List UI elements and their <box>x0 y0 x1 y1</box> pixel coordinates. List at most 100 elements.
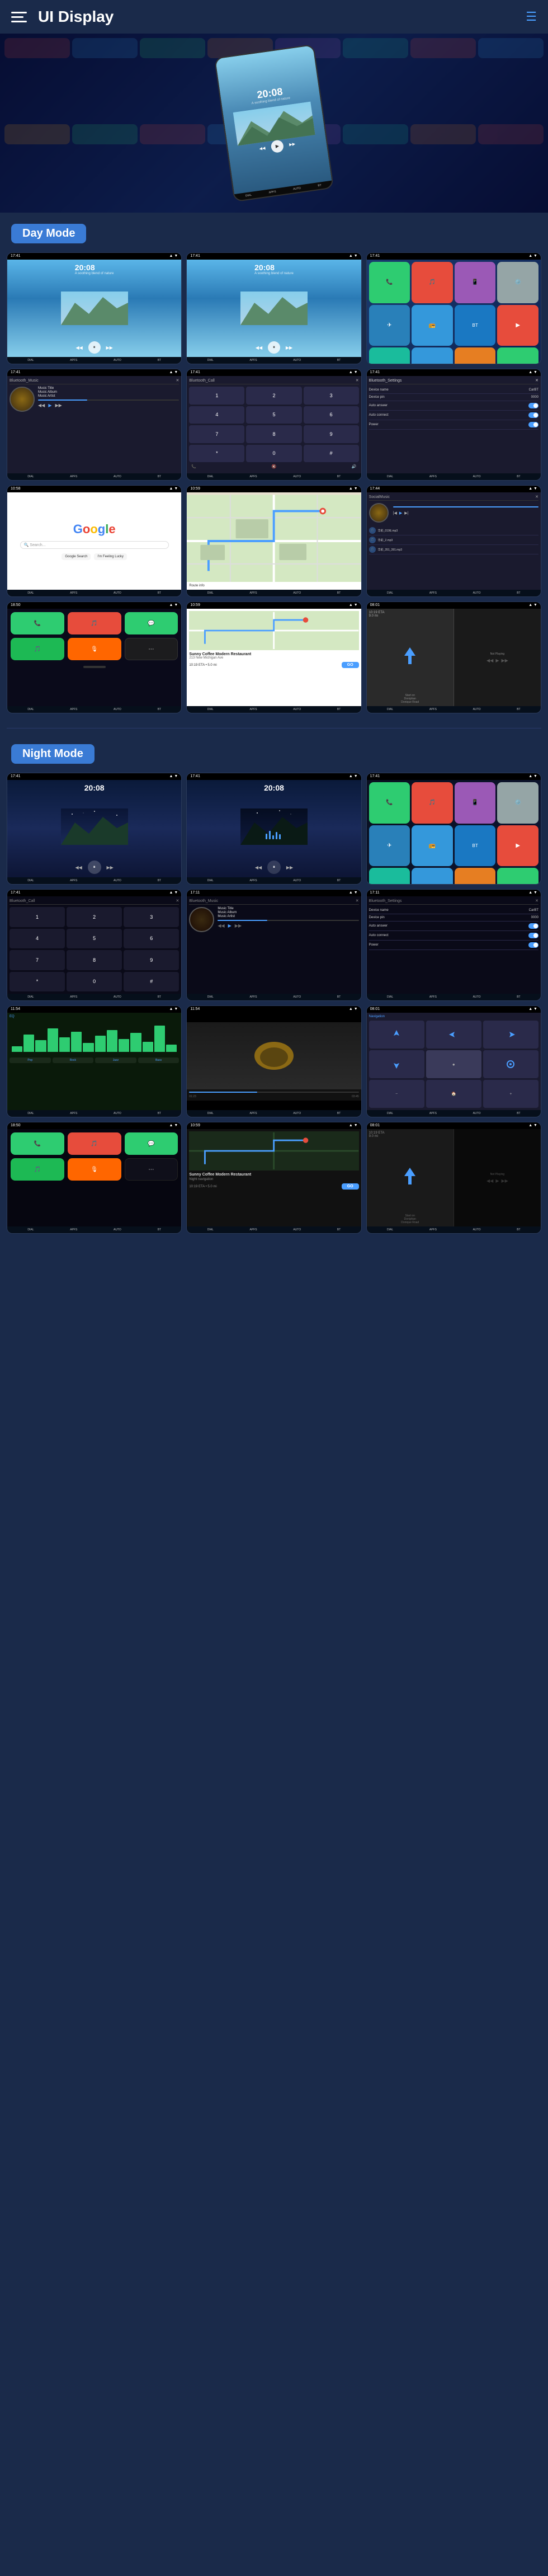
night-app-8[interactable]: 🎙 <box>497 868 538 885</box>
night-app-radio[interactable]: 📻 <box>412 825 453 867</box>
night-app-1[interactable]: 📱 <box>455 782 496 824</box>
night-np-play[interactable]: ▶ <box>495 1178 499 1183</box>
app-icon-bt[interactable]: BT <box>455 305 496 346</box>
play-btn[interactable]: ▶ <box>270 139 284 153</box>
call-icon-2[interactable]: 🔇 <box>272 464 277 469</box>
night-bt-next[interactable]: ▶▶ <box>235 923 242 928</box>
coffee-go-btn[interactable]: GO <box>342 662 359 668</box>
night-np-next[interactable]: ▶▶ <box>501 1178 508 1183</box>
night-app-6[interactable]: 📡 <box>412 868 453 885</box>
key-5[interactable]: 5 <box>246 406 301 424</box>
nav-btn-6[interactable] <box>483 1050 538 1078</box>
key-8[interactable]: 8 <box>246 425 301 443</box>
night-key-8[interactable]: 8 <box>67 950 122 970</box>
app-icon-6[interactable]: 📡 <box>412 347 453 364</box>
key-2[interactable]: 2 <box>246 387 301 405</box>
night-key-5[interactable]: 5 <box>67 929 122 949</box>
key-0[interactable]: 0 <box>246 445 301 463</box>
key-9[interactable]: 9 <box>304 425 359 443</box>
cp-podcast[interactable]: 🎙 <box>68 638 121 660</box>
key-star[interactable]: * <box>189 445 244 463</box>
app-icon-telegram[interactable]: ✈ <box>369 305 410 346</box>
menu-icon[interactable] <box>11 7 31 27</box>
nav-btn-9[interactable]: + <box>483 1080 538 1108</box>
night-app-settings[interactable]: ⚙️ <box>497 782 538 824</box>
night-pause-1[interactable]: ⏸ <box>88 861 101 874</box>
night-cp-messages[interactable]: 💬 <box>125 1132 178 1155</box>
key-3[interactable]: 3 <box>304 387 359 405</box>
track-3[interactable]: 🎵 华彩_351_391.mp3 <box>369 545 538 554</box>
night-key-6[interactable]: 6 <box>124 929 179 949</box>
night-key-0[interactable]: 0 <box>67 972 122 992</box>
night-key-3[interactable]: 3 <box>124 907 179 927</box>
night-settings-close[interactable]: ✕ <box>535 899 538 903</box>
night-cp-music[interactable]: 🎵 <box>68 1132 121 1155</box>
night-key-7[interactable]: 7 <box>10 950 65 970</box>
eq-btn-4[interactable]: Bass <box>138 1057 179 1063</box>
eq-btn-2[interactable]: Rock <box>53 1057 94 1063</box>
prev-1[interactable]: ◀◀ <box>75 343 84 352</box>
app-icon-phone[interactable]: 📞 <box>369 262 410 303</box>
app-icon-8[interactable]: 🎙 <box>497 347 538 364</box>
key-hash[interactable]: # <box>304 445 359 463</box>
night-next-2[interactable]: ▶▶ <box>285 863 294 872</box>
night-app-5[interactable]: 🗺 <box>369 868 410 885</box>
cp-messages[interactable]: 💬 <box>125 612 178 634</box>
key-6[interactable]: 6 <box>304 406 359 424</box>
bt-settings-close[interactable]: ✕ <box>535 378 538 383</box>
night-bt-play[interactable]: ▶ <box>228 923 232 928</box>
night-app-bt[interactable]: BT <box>455 825 496 867</box>
key-7[interactable]: 7 <box>189 425 244 443</box>
night-bt-close[interactable]: ✕ <box>356 899 359 903</box>
google-lucky-btn[interactable]: I'm Feeling Lucky <box>94 553 127 560</box>
nav-btn-3[interactable] <box>483 1021 538 1049</box>
night-auto-answer-toggle[interactable] <box>528 923 538 929</box>
night-bt-prev[interactable]: ◀◀ <box>218 923 224 928</box>
night-app-phone[interactable]: 📞 <box>369 782 410 824</box>
nav-btn-4[interactable] <box>369 1050 424 1078</box>
np-next[interactable]: ▶▶ <box>501 658 508 663</box>
night-app-7[interactable]: 📂 <box>455 868 496 885</box>
track-1[interactable]: 🎵 华彩_019E.mp3 <box>369 526 538 535</box>
cp-music[interactable]: 🎵 <box>68 612 121 634</box>
prev-2[interactable]: ◀◀ <box>254 343 263 352</box>
auto-connect-toggle[interactable] <box>528 412 538 418</box>
night-app-music[interactable]: 🎵 <box>412 782 453 824</box>
np-prev[interactable]: ◀◀ <box>486 658 493 663</box>
social-music-close[interactable]: ✕ <box>535 495 538 499</box>
night-auto-connect-toggle[interactable] <box>528 933 538 938</box>
night-key-4[interactable]: 4 <box>10 929 65 949</box>
night-key-star[interactable]: * <box>10 972 65 992</box>
nav-btn-7[interactable]: − <box>369 1080 424 1108</box>
google-search[interactable]: 🔍 Search... <box>20 541 169 549</box>
night-pause-2[interactable]: ⏸ <box>267 861 281 874</box>
local-next[interactable]: ▶| <box>404 511 408 515</box>
hamburger-icon[interactable]: ☰ <box>526 10 537 24</box>
nav-btn-2[interactable] <box>426 1021 481 1049</box>
night-next-1[interactable]: ▶▶ <box>106 863 115 872</box>
app-icon-7[interactable]: 📂 <box>455 347 496 364</box>
next-2[interactable]: ▶▶ <box>285 343 294 352</box>
nav-btn-8[interactable]: 🏠 <box>426 1080 481 1108</box>
night-call-close[interactable]: ✕ <box>176 899 179 903</box>
cp-spotify[interactable]: 🎵 <box>11 638 64 660</box>
next-btn[interactable]: ▶▶ <box>287 139 297 149</box>
auto-answer-toggle[interactable] <box>528 403 538 408</box>
night-power-toggle[interactable] <box>528 942 538 948</box>
local-play[interactable]: ▶ <box>399 511 402 515</box>
track-2[interactable]: 🎵 华彩_2.mp3 <box>369 535 538 545</box>
night-cp-podcast[interactable]: 🎙 <box>68 1158 121 1181</box>
app-icon-1[interactable]: 📱 <box>455 262 496 303</box>
night-key-2[interactable]: 2 <box>67 907 122 927</box>
call-icon-3[interactable]: 🔊 <box>352 464 357 469</box>
call-icon-1[interactable]: 📞 <box>191 464 196 469</box>
app-icon-music[interactable]: 🎵 <box>412 262 453 303</box>
prev-btn[interactable]: ◀◀ <box>257 143 267 153</box>
call-close[interactable]: ✕ <box>356 378 359 383</box>
pause-2[interactable]: ⏸ <box>268 341 280 354</box>
bt-prev[interactable]: ◀◀ <box>38 403 45 408</box>
local-prev[interactable]: |◀ <box>393 511 397 515</box>
night-coffee-go[interactable]: GO <box>342 1183 359 1190</box>
cp-phone[interactable]: 📞 <box>11 612 64 634</box>
bt-next[interactable]: ▶▶ <box>55 403 62 408</box>
